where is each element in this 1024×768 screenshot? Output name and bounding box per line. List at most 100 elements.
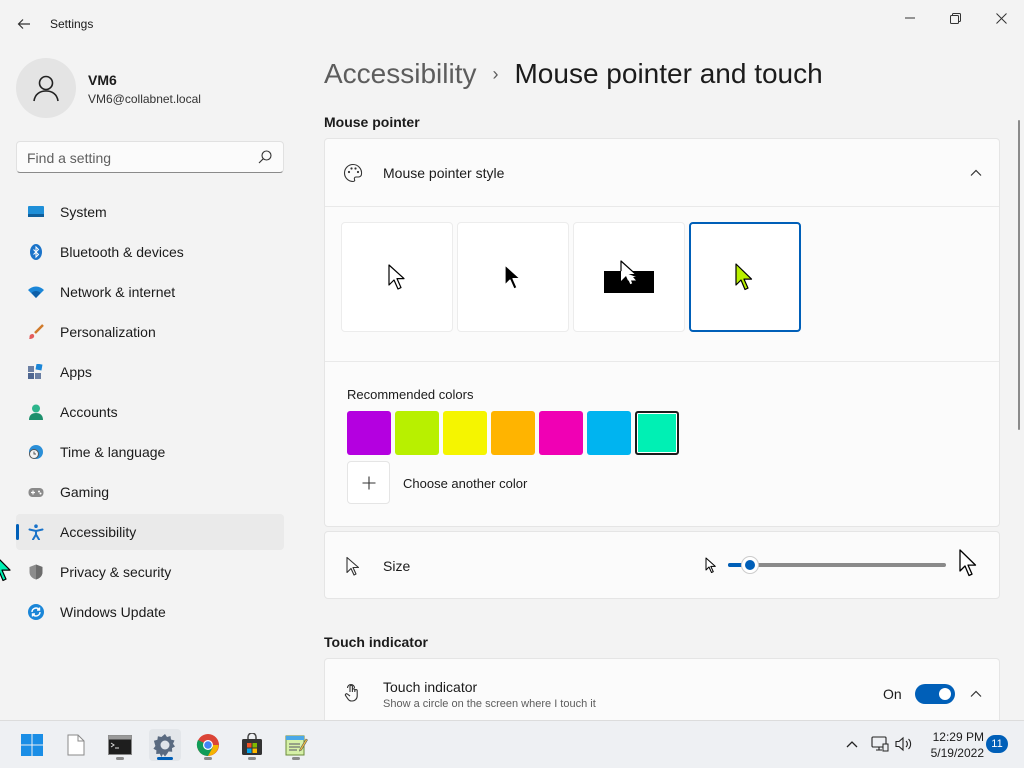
apps-icon [28,364,43,379]
touch-indicator-toggle[interactable] [915,684,955,704]
gear-icon [153,734,175,757]
sidebar-item-label: Accounts [60,404,118,420]
plus-icon [362,476,375,489]
taskbar-store-button[interactable] [236,729,268,761]
size-slider[interactable] [728,556,946,574]
sidebar-item-gaming[interactable]: Gaming [16,474,284,510]
volume-tray-button[interactable] [894,734,914,754]
size-label: Size [383,558,411,574]
sidebar-item-windows-update[interactable]: Windows Update [16,594,284,630]
notification-badge[interactable]: 11 [986,735,1008,753]
maximize-button[interactable] [940,8,970,28]
chevron-up-icon[interactable] [969,687,983,701]
user-name: VM6 [88,72,117,88]
choose-another-color-label[interactable]: Choose another color [403,476,527,491]
touch-indicator-description: Show a circle on the screen where I touc… [383,698,596,710]
breadcrumb: Accessibility › Mouse pointer and touch [324,58,823,90]
color-swatch[interactable] [587,411,631,455]
sidebar-item-personalization[interactable]: Personalization [16,314,284,350]
cursor-icon [346,556,360,576]
color-swatch[interactable] [395,411,439,455]
gamepad-icon [28,488,44,497]
network-wired-icon [871,736,889,752]
close-button[interactable] [986,8,1016,28]
sidebar-item-accounts[interactable]: Accounts [16,394,284,430]
pointer-style-black[interactable] [457,222,569,332]
sidebar-item-bluetooth[interactable]: Bluetooth & devices [16,234,284,270]
chevron-up-icon[interactable] [969,166,983,180]
recommended-colors-label: Recommended colors [347,387,474,402]
pointer-style-custom[interactable] [689,222,801,332]
mouse-pointer-style-card: Mouse pointer style [324,138,1000,527]
taskbar-clock[interactable]: 12:29 PM 5/19/2022 [922,729,984,761]
mouse-pointer-style-header[interactable]: Mouse pointer style [325,139,999,207]
windows-logo-icon [21,734,43,756]
taskbar-start-button[interactable] [16,729,48,761]
search-box[interactable] [16,141,284,173]
running-indicator [248,757,256,760]
taskbar-terminal-button[interactable] [104,729,136,761]
clock-date: 5/19/2022 [930,746,984,760]
breadcrumb-separator: › [492,63,499,84]
color-swatch[interactable] [491,411,535,455]
sidebar-item-network[interactable]: Network & internet [16,274,284,310]
chevron-up-icon [846,741,858,748]
taskbar-notepad-button[interactable] [280,729,312,761]
sidebar-item-label: Apps [60,364,92,380]
sidebar-item-label: Network & internet [60,284,176,300]
taskbar-chrome-button[interactable] [192,729,224,761]
clock-time: 12:29 PM [932,730,984,744]
show-hidden-icons-button[interactable] [842,734,862,754]
sidebar-item-time-language[interactable]: Time & language [16,434,284,470]
color-swatch[interactable] [539,411,583,455]
active-indicator [157,757,173,760]
color-swatch[interactable] [443,411,487,455]
search-input[interactable] [27,148,257,168]
running-indicator [116,757,124,760]
avatar[interactable] [16,58,76,118]
sidebar-item-label: Privacy & security [60,564,172,580]
sidebar-item-label: Time & language [60,444,166,460]
section-title-mouse-pointer: Mouse pointer [324,114,420,130]
choose-another-color-button[interactable] [347,461,390,504]
person-icon [29,404,43,420]
chrome-icon [196,734,219,756]
taskbar-file-button[interactable] [60,729,92,761]
terminal-icon [108,735,132,755]
notepad-icon [285,735,308,756]
wifi-icon [28,286,44,298]
arrow-left-icon [17,19,30,29]
size-slider-thumb[interactable] [741,556,759,574]
toggle-knob [939,688,951,700]
cursor-custom-icon [735,263,753,291]
sidebar-item-system[interactable]: System [16,194,284,230]
sidebar-item-label: Windows Update [60,604,166,620]
close-icon [995,12,1007,24]
pointer-style-white[interactable] [341,222,453,332]
pointer-style-inverted[interactable] [573,222,685,332]
user-email: VM6@collabnet.local [88,92,201,106]
network-tray-button[interactable] [870,734,890,754]
small-cursor-icon [705,557,716,573]
search-icon[interactable] [257,149,273,165]
sidebar-item-accessibility[interactable]: Accessibility [16,514,284,550]
color-swatch[interactable] [635,411,679,455]
title-bar: Settings [0,0,1024,48]
cursor-black-icon [504,264,521,290]
scrollbar[interactable] [1018,120,1020,430]
system-icon [28,206,44,217]
sidebar-item-apps[interactable]: Apps [16,354,284,390]
breadcrumb-parent[interactable]: Accessibility [324,58,476,90]
sidebar-item-label: Bluetooth & devices [60,244,184,260]
accessibility-icon [28,524,44,540]
divider [325,361,999,362]
minimize-button[interactable] [895,8,925,28]
touch-indicator-toggle-state: On [883,686,902,702]
color-swatch[interactable] [347,411,391,455]
sidebar-nav: System Bluetooth & devices Network & int… [16,194,284,634]
bluetooth-icon [30,244,42,260]
cursor-white-icon [388,264,405,290]
sidebar-item-privacy-security[interactable]: Privacy & security [16,554,284,590]
taskbar-settings-button[interactable] [149,729,181,761]
back-button[interactable] [10,10,38,38]
